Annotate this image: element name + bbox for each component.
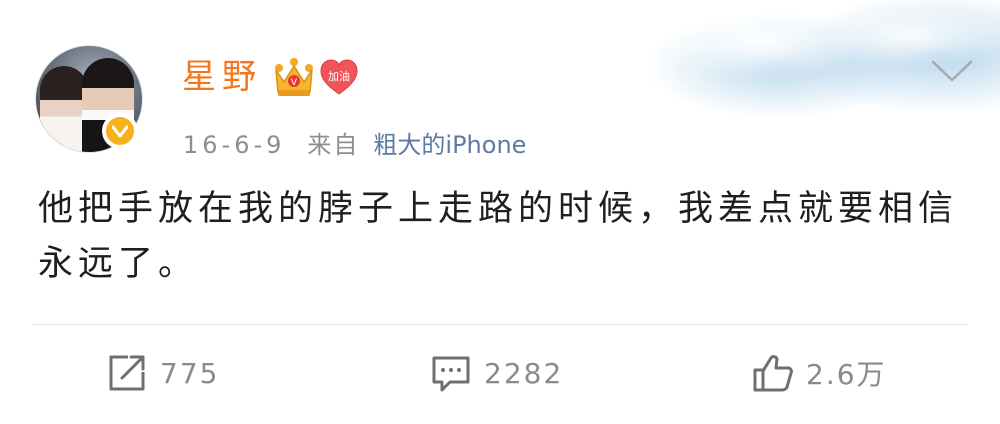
divider [32,324,968,325]
from-label: 来自 [307,131,360,159]
svg-text:V: V [291,78,298,88]
verified-badge-icon [102,113,138,149]
weibo-post-card: 星野 V 加油 16-6-9 来自 粗大的iPhone 他把手放在我的脖子上走路的时… [0,0,1000,424]
crown-icon: V [275,58,313,96]
like-button[interactable]: 2.6万 [752,350,887,396]
avatar-figure-left [40,66,88,152]
repost-button[interactable]: 775 [106,350,219,396]
post-source-link[interactable]: 粗大的iPhone [373,131,526,159]
comment-count: 2282 [484,356,564,390]
like-count: 2.6万 [806,358,887,391]
comment-button[interactable]: 2282 [430,350,563,396]
heart-badge-label: 加油 [328,70,350,83]
post-text: 他把手放在我的脖子上走路的时候，我差点就要相信永远了。 [38,189,959,284]
username[interactable]: 星野 [182,55,262,99]
chevron-down-icon[interactable] [930,56,974,86]
comment-icon [432,356,470,392]
post-date: 16-6-9 [183,131,286,159]
repost-icon [109,355,145,391]
post-meta: 16-6-9 来自 粗大的iPhone [183,128,526,162]
repost-count: 775 [160,356,220,390]
thumbs-up-icon [753,355,793,392]
